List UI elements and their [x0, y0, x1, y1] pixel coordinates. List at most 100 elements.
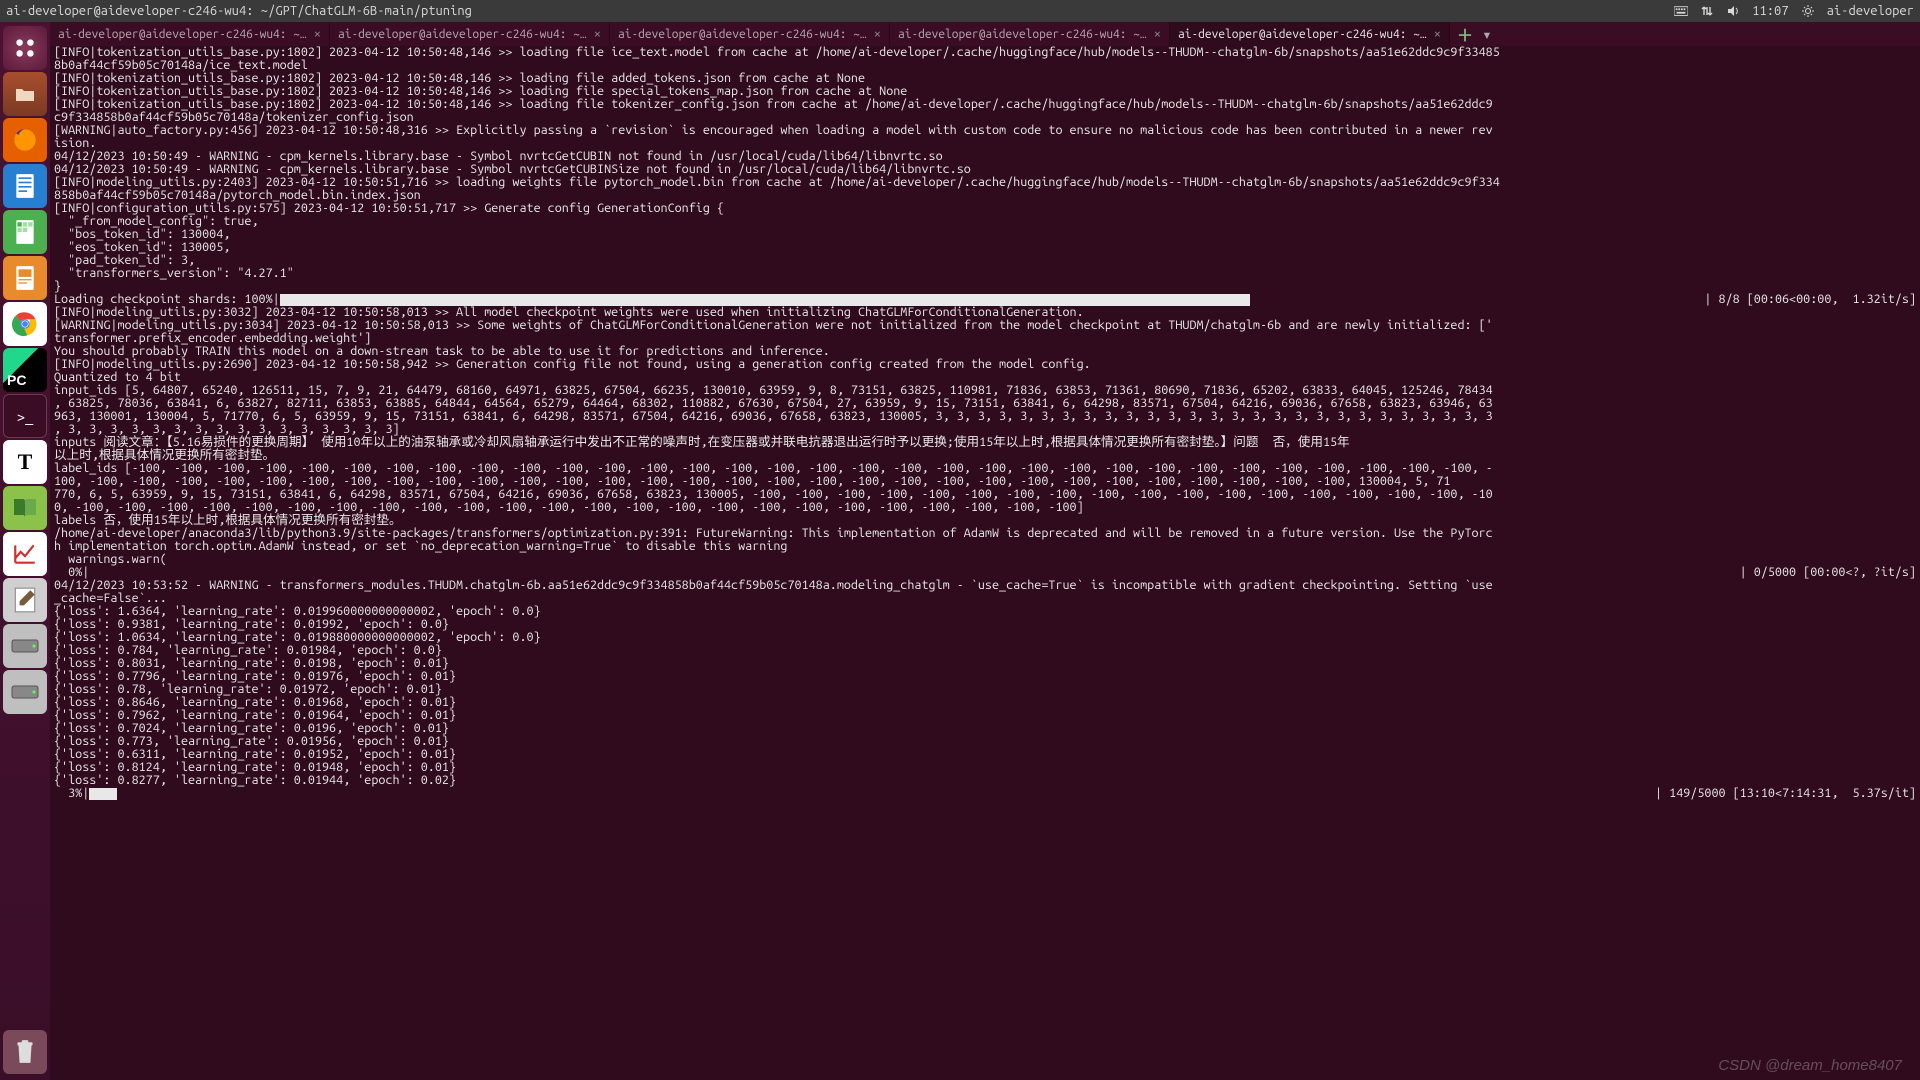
log-line: [INFO|configuration_utils.py:575] 2023-0… — [54, 201, 724, 215]
close-tab-icon[interactable]: × — [1434, 27, 1441, 41]
tab-label: ai-developer@aideveloper-c246-wu4: ~/GPT… — [618, 28, 868, 41]
log-line: You should probably TRAIN this model on … — [54, 344, 830, 358]
log-line: _cache=False`... — [54, 591, 167, 605]
impress-icon[interactable] — [3, 256, 47, 300]
log-line: transformer.prefix_encoder.embedding.wei… — [54, 331, 371, 345]
log-line: } — [54, 279, 61, 293]
progress-line: Loading checkpoint shards: 100%|| 8/8 [0… — [54, 292, 1250, 306]
terminal-icon[interactable]: >_ — [3, 394, 47, 438]
terminal-tab-0[interactable]: ai-developer@aideveloper-c246-wu4: ~/ela… — [50, 22, 330, 46]
tab-label: ai-developer@aideveloper-c246-wu4: ~/ela… — [58, 28, 308, 41]
unity-launcher: PC >_ T — [0, 22, 50, 1080]
calc-icon[interactable] — [3, 210, 47, 254]
log-line: , 3, 3, 3, 3, 3, 3, 3, 3, 3, 3, 3, 3, 3,… — [54, 422, 400, 436]
disk-1-icon[interactable] — [3, 624, 47, 668]
terminal-tab-bar: ai-developer@aideveloper-c246-wu4: ~/ela… — [50, 22, 1920, 46]
network-icon[interactable] — [1700, 4, 1714, 18]
firefox-icon[interactable] — [3, 118, 47, 162]
log-line: [INFO|modeling_utils.py:2403] 2023-04-12… — [54, 175, 1500, 189]
log-line: [INFO|tokenization_utils_base.py:1802] 2… — [54, 84, 907, 98]
close-tab-icon[interactable]: × — [314, 27, 321, 41]
log-line: [INFO|tokenization_utils_base.py:1802] 2… — [54, 71, 865, 85]
tab-controls: ＋ ▾ — [1450, 22, 1502, 46]
log-line: {'loss': 0.78, 'learning_rate': 0.01972,… — [54, 682, 442, 696]
user-name[interactable]: ai-developer — [1827, 4, 1914, 18]
log-line: "transformers_version": "4.27.1" — [54, 266, 294, 280]
log-line: 100, -100, -100, -100, -100, -100, -100,… — [54, 474, 1450, 488]
log-line: [INFO|modeling_utils.py:3032] 2023-04-12… — [54, 305, 1084, 319]
log-line: {'loss': 0.8031, 'learning_rate': 0.0198… — [54, 656, 449, 670]
log-line: [INFO|tokenization_utils_base.py:1802] 2… — [54, 97, 1493, 111]
log-line: [INFO|modeling_utils.py:2690] 2023-04-12… — [54, 357, 1091, 371]
terminal-tab-1[interactable]: ai-developer@aideveloper-c246-wu4: ~/GPT… — [330, 22, 610, 46]
log-line: labels 否，使用15年以上时,根据具体情况更换所有密封垫。 — [54, 513, 402, 527]
gedit-icon[interactable] — [3, 578, 47, 622]
close-tab-icon[interactable]: × — [594, 27, 601, 41]
log-line: 0, -100, -100, -100, -100, -100, -100, -… — [54, 500, 1084, 514]
log-line: 8b0af44cf59b05c70148a/ice_text.model — [54, 58, 308, 72]
log-line: c9f334858b0af44cf59b05c70148a/tokenizer_… — [54, 110, 414, 124]
log-line: {'loss': 0.773, 'learning_rate': 0.01956… — [54, 734, 449, 748]
tab-menu-icon[interactable]: ▾ — [1478, 25, 1496, 44]
terminal-output[interactable]: [INFO|tokenization_utils_base.py:1802] 2… — [50, 46, 1920, 1080]
terminal-tab-3[interactable]: ai-developer@aideveloper-c246-wu4: ~/.ca… — [890, 22, 1170, 46]
terminal-tab-4[interactable]: ai-developer@aideveloper-c246-wu4: ~/GPT… — [1170, 22, 1450, 46]
log-line: {'loss': 0.7024, 'learning_rate': 0.0196… — [54, 721, 449, 735]
new-tab-icon[interactable]: ＋ — [1456, 22, 1474, 46]
clock-time[interactable]: 11:07 — [1752, 4, 1788, 18]
volume-icon[interactable] — [1726, 4, 1740, 18]
book-reader-icon[interactable] — [3, 486, 47, 530]
log-line: 04/12/2023 10:50:49 - WARNING - cpm_kern… — [54, 162, 971, 176]
log-line: {'loss': 1.0634, 'learning_rate': 0.0198… — [54, 630, 541, 644]
log-line: input_ids [5, 64807, 65240, 126511, 15, … — [54, 383, 1493, 397]
window-title: ai-developer@aideveloper-c246-wu4: ~/GPT… — [6, 4, 1674, 18]
log-line: [WARNING|modeling_utils.py:3034] 2023-04… — [54, 318, 1493, 332]
log-line: , 63825, 78036, 63841, 6, 63827, 82711, … — [54, 396, 1493, 410]
log-line: [WARNING|auto_factory.py:456] 2023-04-12… — [54, 123, 1493, 137]
settings-gear-icon[interactable] — [1801, 4, 1815, 18]
log-line: {'loss': 0.784, 'learning_rate': 0.01984… — [54, 643, 442, 657]
close-tab-icon[interactable]: × — [874, 27, 881, 41]
chrome-icon[interactable] — [3, 302, 47, 346]
log-line: {'loss': 0.7962, 'learning_rate': 0.0196… — [54, 708, 456, 722]
close-tab-icon[interactable]: × — [1154, 27, 1161, 41]
dash-home-icon[interactable] — [3, 26, 47, 70]
log-line: "bos_token_id": 130004, — [54, 227, 230, 241]
log-line: 04/12/2023 10:53:52 - WARNING - transfor… — [54, 578, 1493, 592]
log-line: 04/12/2023 10:50:49 - WARNING - cpm_kern… — [54, 149, 943, 163]
graph-analyzer-icon[interactable] — [3, 532, 47, 576]
pycharm-icon[interactable]: PC — [3, 348, 47, 392]
system-tray: 11:07 ai-developer — [1674, 4, 1914, 18]
text-editor-icon[interactable]: T — [3, 440, 47, 484]
writer-icon[interactable] — [3, 164, 47, 208]
log-line: warnings.warn( — [54, 552, 167, 566]
log-line: /home/ai-developer/anaconda3/lib/python3… — [54, 526, 1493, 540]
tab-label: ai-developer@aideveloper-c246-wu4: ~/GPT… — [338, 28, 588, 41]
log-line: 963, 130001, 130004, 5, 71770, 6, 5, 639… — [54, 409, 1493, 423]
log-line: {'loss': 1.6364, 'learning_rate': 0.0199… — [54, 604, 541, 618]
top-menu-bar: ai-developer@aideveloper-c246-wu4: ~/GPT… — [0, 0, 1920, 22]
log-line: inputs 阅读文章：【5.16易损件的更换周期】 使用10年以上的油泵轴承或… — [54, 435, 1350, 449]
keyboard-icon[interactable] — [1674, 4, 1688, 18]
disk-2-icon[interactable] — [3, 670, 47, 714]
terminal-tab-2[interactable]: ai-developer@aideveloper-c246-wu4: ~/GPT… — [610, 22, 890, 46]
log-line: "pad_token_id": 3, — [54, 253, 195, 267]
log-line: "_from_model_config": true, — [54, 214, 259, 228]
progress-line: 3%|| 149/5000 [13:10<7:14:31, 5.37s/it] — [54, 786, 117, 800]
log-line: {'loss': 0.8646, 'learning_rate': 0.0196… — [54, 695, 456, 709]
log-line: {'loss': 0.8277, 'learning_rate': 0.0194… — [54, 773, 456, 787]
log-line: 770, 6, 5, 63959, 9, 15, 73151, 63841, 6… — [54, 487, 1493, 501]
watermark-text: CSDN @dream_home8407 — [1718, 1057, 1902, 1074]
log-line: {'loss': 0.9381, 'learning_rate': 0.0199… — [54, 617, 449, 631]
log-line: 858b0af44cf59b05c70148a/pytorch_model.bi… — [54, 188, 421, 202]
tab-label: ai-developer@aideveloper-c246-wu4: ~/GPT… — [1178, 28, 1428, 41]
log-line: {'loss': 0.6311, 'learning_rate': 0.0195… — [54, 747, 456, 761]
progress-line: 0%|| 0/5000 [00:00<?, ?it/s] — [54, 565, 89, 579]
log-line: Quantized to 4 bit — [54, 370, 181, 384]
log-line: {'loss': 0.7796, 'learning_rate': 0.0197… — [54, 669, 456, 683]
trash-icon[interactable] — [3, 1030, 47, 1074]
log-line: label_ids [-100, -100, -100, -100, -100,… — [54, 461, 1493, 475]
log-line: {'loss': 0.8124, 'learning_rate': 0.0194… — [54, 760, 456, 774]
tab-label: ai-developer@aideveloper-c246-wu4: ~/.ca… — [898, 28, 1148, 41]
files-icon[interactable] — [3, 72, 47, 116]
